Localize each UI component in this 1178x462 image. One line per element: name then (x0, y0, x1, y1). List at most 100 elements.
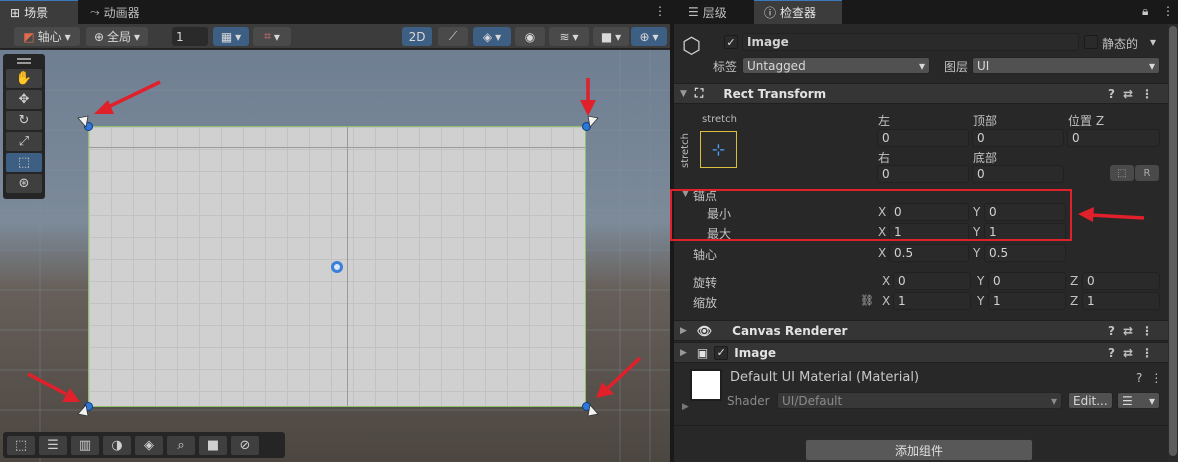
raw-edit-button[interactable]: R (1135, 165, 1159, 181)
inspector-menu-icon[interactable]: ⋮ (1162, 4, 1174, 18)
menu-icon[interactable]: ⋮ (1141, 346, 1153, 360)
shader-dropdown[interactable]: UI/Default ▾ (777, 392, 1062, 409)
object-name-field[interactable]: Image (742, 33, 1079, 51)
help-icon[interactable]: ? (1108, 324, 1115, 338)
menu-icon[interactable]: ⋮ (1141, 87, 1153, 101)
transform-tool[interactable]: ⊛ (6, 174, 42, 193)
tab-hierarchy[interactable]: ☰ 层级 (678, 0, 750, 24)
shader-menu-button[interactable]: ☰ ▾ (1117, 392, 1160, 409)
rect-icon: ⬚ (17, 155, 31, 170)
rotate-icon: ↻ (18, 113, 30, 128)
image-component-header[interactable]: ▶ ▣ ✓ Image ? ⇄ ⋮ (674, 342, 1168, 363)
pivot-y-field[interactable]: 0.5 (984, 244, 1066, 262)
anchor-icon[interactable] (587, 404, 599, 417)
help-icon[interactable]: ? (1108, 87, 1115, 101)
help-icon[interactable]: ? (1136, 371, 1142, 385)
inspector-scrollbar[interactable] (1168, 24, 1178, 462)
canvas-renderer-header[interactable]: ▶ 👁︎ Canvas Renderer ? ⇄ ⋮ (674, 320, 1168, 341)
pivot-x-field[interactable]: 0.5 (889, 244, 969, 262)
axis-y-label: Y (977, 294, 985, 308)
preset-icon[interactable]: ⇄ (1123, 324, 1133, 338)
rotation-y-field[interactable]: 0 (988, 272, 1066, 290)
overlay-compass-button[interactable]: ⊘ (231, 435, 259, 455)
rotation-z-field[interactable]: 0 (1082, 272, 1160, 290)
top-field[interactable]: 0 (972, 129, 1064, 147)
edit-shader-button[interactable]: Edit... (1068, 392, 1113, 409)
link-icon[interactable]: ⛓ (860, 294, 874, 307)
preset-icon[interactable]: ⇄ (1123, 87, 1133, 101)
image-enabled-checkbox[interactable]: ✓ (714, 345, 729, 360)
anchor-icon[interactable] (77, 115, 89, 128)
menu-icon[interactable]: ⋮ (1150, 371, 1162, 385)
rotation-x-field[interactable]: 0 (893, 272, 971, 290)
annotation-arrow (1078, 207, 1145, 222)
left-value: 0 (882, 131, 890, 145)
overlay-rect-button[interactable]: ⬚ (7, 435, 35, 455)
shader-label: Shader (727, 394, 770, 408)
anchor-preset-side-label: stretch (680, 133, 691, 168)
pivot-label: 轴心 (693, 248, 718, 262)
overlay-camera-button[interactable]: ■ (199, 435, 227, 455)
menu-icon[interactable]: ⋮ (1141, 324, 1153, 338)
rotation-x-value: 0 (898, 274, 906, 288)
overlay-layers-button[interactable]: ◈ (135, 435, 163, 455)
tab-inspector[interactable]: ⓘ 检查器 (754, 0, 842, 24)
right-field[interactable]: 0 (877, 165, 969, 183)
divider (674, 425, 1168, 426)
foldout-icon: ▶ (680, 325, 687, 336)
scale-icon: ⤢ (18, 134, 30, 149)
compass-icon: ⊘ (239, 437, 251, 453)
active-checkbox[interactable]: ✓ (724, 35, 738, 49)
scale-x-field[interactable]: 1 (893, 292, 971, 310)
axis-y-label: Y (977, 274, 985, 288)
list-icon: ☰ (1122, 393, 1133, 408)
bottom-field[interactable]: 0 (972, 165, 1064, 183)
layer-dropdown[interactable]: UI ▾ (972, 57, 1160, 74)
anchor-preset-top-label: stretch (702, 114, 737, 125)
pos-z-value: 0 (1072, 131, 1080, 145)
object-name-value: Image (747, 35, 789, 49)
chevron-down-icon: ▾ (918, 58, 925, 73)
drag-handle-icon[interactable] (17, 58, 31, 64)
material-preview (690, 369, 722, 401)
lock-icon[interactable]: 🔒︎ (1142, 4, 1148, 19)
anchor-icon[interactable] (77, 404, 89, 417)
scrollbar-thumb[interactable] (1169, 26, 1177, 456)
gameobject-cube-icon: ⬡ (682, 34, 702, 59)
layer-value: UI (977, 58, 990, 73)
overlay-shading-button[interactable]: ◑ (103, 435, 131, 455)
hand-tool[interactable]: ✋ (6, 69, 42, 88)
overlay-search-button[interactable]: ⌕ (167, 435, 195, 455)
foldout-icon[interactable]: ▶ (682, 402, 689, 412)
rect-transform-header[interactable]: ▼ ⛶ Rect Transform ? ⇄ ⋮ (674, 83, 1168, 104)
chevron-down-icon: ▾ (1050, 393, 1057, 408)
add-component-button[interactable]: 添加组件 (805, 439, 1033, 461)
rotation-z-value: 0 (1087, 274, 1095, 288)
scale-tool[interactable]: ⤢ (6, 132, 42, 151)
axis-y-label: Y (973, 246, 981, 260)
chevron-down-icon[interactable]: ▾ (1150, 35, 1156, 49)
anchor-icon[interactable] (587, 115, 599, 128)
bottom-value: 0 (977, 167, 985, 181)
tag-dropdown[interactable]: Untagged ▾ (742, 57, 930, 74)
static-checkbox[interactable] (1084, 35, 1098, 49)
rect-tool[interactable]: ⬚ (6, 153, 42, 172)
overlay-grid-button[interactable]: ▥ (71, 435, 99, 455)
pos-z-field[interactable]: 0 (1067, 129, 1160, 147)
rotate-tool[interactable]: ↻ (6, 111, 42, 130)
transform-icon: ⊛ (18, 176, 30, 191)
left-field[interactable]: 0 (877, 129, 969, 147)
help-icon[interactable]: ? (1108, 346, 1115, 360)
axis-x-label: X (878, 246, 887, 260)
overlay-settings-button[interactable]: ☰ (39, 435, 67, 455)
shader-value: UI/Default (782, 393, 843, 408)
tool-palette: ✋ ✥ ↻ ⤢ ⬚ ⊛ (3, 54, 45, 199)
anchor-preset-button[interactable]: ⊹ (700, 131, 737, 168)
top-value: 0 (977, 131, 985, 145)
move-tool[interactable]: ✥ (6, 90, 42, 109)
rect-transform-title: Rect Transform (723, 86, 827, 101)
blueprint-button[interactable]: ⬚ (1110, 165, 1134, 181)
preset-icon[interactable]: ⇄ (1123, 346, 1133, 360)
scale-y-field[interactable]: 1 (988, 292, 1066, 310)
scale-z-field[interactable]: 1 (1082, 292, 1160, 310)
